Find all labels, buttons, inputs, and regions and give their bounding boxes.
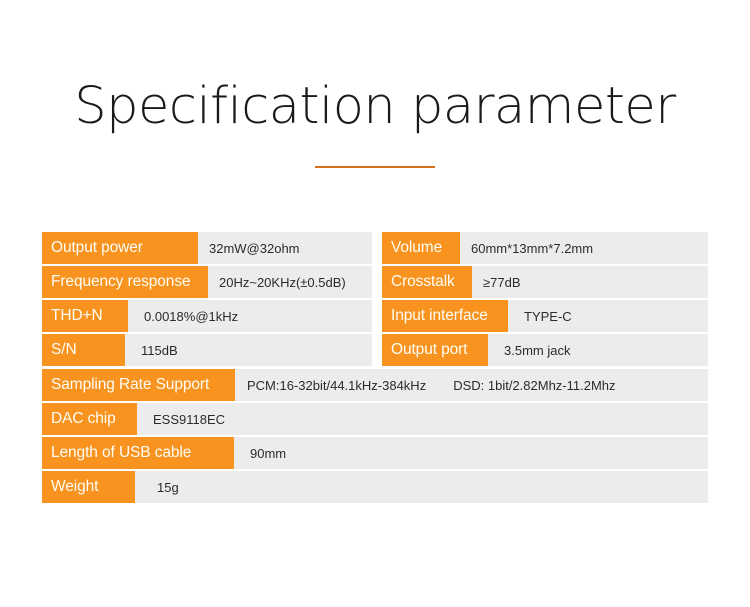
spec-label: Crosstalk <box>382 266 472 298</box>
table-row: THD+N 0.0018%@1kHz Input interface TYPE-C <box>42 300 708 332</box>
spec-value: 20Hz~20KHz(±0.5dB) <box>208 266 372 298</box>
column-gap <box>372 266 382 298</box>
spec-label: Input interface <box>382 300 508 332</box>
spec-label: Output port <box>382 334 488 366</box>
spec-label: Sampling Rate Support <box>42 369 235 401</box>
table-row: DAC chip ESS9118EC <box>42 403 708 435</box>
specification-table: Output power 32mW@32ohm Volume 60mm*13mm*7.… <box>42 232 708 505</box>
spec-label: Frequency response <box>42 266 208 298</box>
spec-value: 3.5mm jack <box>488 334 708 366</box>
spec-value: PCM:16-32bit/44.1kHz-384kHz DSD: 1bit/2.8… <box>235 369 708 401</box>
table-row: Length of USB cable 90mm <box>42 437 708 469</box>
table-row: Weight 15g <box>42 471 708 503</box>
spec-value: 32mW@32ohm <box>198 232 372 264</box>
page-title: Specification parameter <box>74 77 676 136</box>
spec-label: Volume <box>382 232 460 264</box>
spec-value-dsd: DSD: 1bit/2.82Mhz-11.2Mhz <box>453 377 616 393</box>
spec-cell-group-left: Frequency response 20Hz~20KHz(±0.5dB) <box>42 266 372 298</box>
spec-value: 15g <box>135 471 708 503</box>
spec-cell-group-right: Input interface TYPE-C <box>382 300 708 332</box>
spec-value: ESS9118EC <box>137 403 708 435</box>
spec-label: S/N <box>42 334 125 366</box>
spec-value: 90mm <box>234 437 708 469</box>
spec-value: 115dB <box>125 334 372 366</box>
spec-value-pcm: PCM:16-32bit/44.1kHz-384kHz <box>247 377 427 393</box>
spec-label: THD+N <box>42 300 128 332</box>
title-accent-divider <box>315 165 435 168</box>
spec-cell-group-right: Crosstalk ≥77dB <box>382 266 708 298</box>
spec-label: Weight <box>42 471 135 503</box>
table-row: Sampling Rate Support PCM:16-32bit/44.1kH… <box>42 369 708 401</box>
column-gap <box>372 334 382 366</box>
spec-value: 60mm*13mm*7.2mm <box>460 232 708 264</box>
table-row: S/N 115dB Output port 3.5mm jack <box>42 334 708 366</box>
spec-cell-group-right: Output port 3.5mm jack <box>382 334 708 366</box>
table-row: Output power 32mW@32ohm Volume 60mm*13mm*7.… <box>42 232 708 264</box>
column-gap <box>372 232 382 264</box>
spec-value: 0.0018%@1kHz <box>128 300 372 332</box>
spec-value-parts: PCM:16-32bit/44.1kHz-384kHz DSD: 1bit/2.8… <box>235 369 708 401</box>
spec-value: TYPE-C <box>508 300 708 332</box>
spec-cell-group-left: THD+N 0.0018%@1kHz <box>42 300 372 332</box>
spec-cell-group-left: S/N 115dB <box>42 334 372 366</box>
spec-label: Length of USB cable <box>42 437 234 469</box>
spec-label: Output power <box>42 232 198 264</box>
column-gap <box>372 300 382 332</box>
spec-value: ≥77dB <box>472 266 708 298</box>
table-row: Frequency response 20Hz~20KHz(±0.5dB) Cros… <box>42 266 708 298</box>
spec-cell-group-right: Volume 60mm*13mm*7.2mm <box>382 232 708 264</box>
spec-label: DAC chip <box>42 403 137 435</box>
spec-cell-group-left: Output power 32mW@32ohm <box>42 232 372 264</box>
page-header: Specification parameter <box>0 77 750 168</box>
